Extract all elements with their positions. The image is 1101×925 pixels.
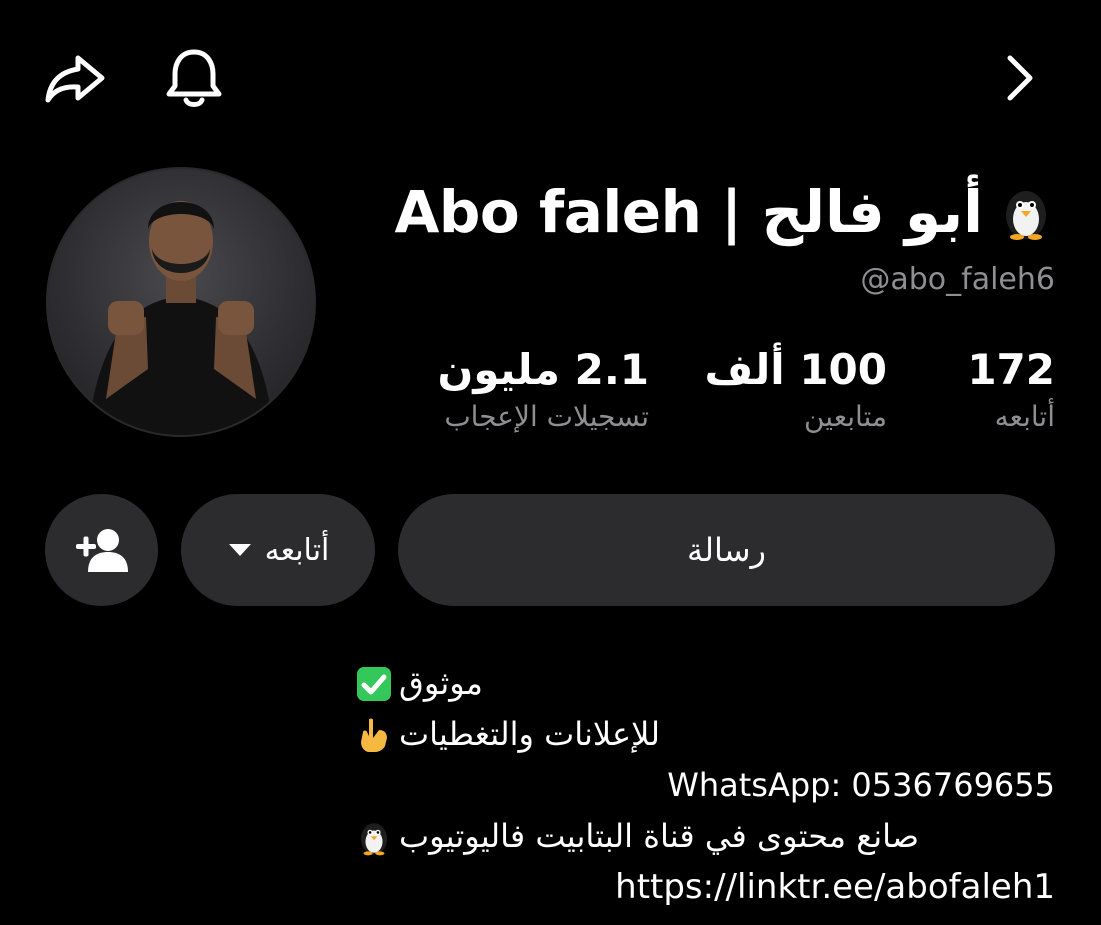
bio-ads-text: للإعلانات والتغطيات <box>399 715 660 753</box>
bio-line-creator: صانع محتوى في قناة البتابيت فاليوتيوب <box>355 811 1055 862</box>
bio-verified-text: موثوق <box>399 664 483 702</box>
display-name: Abo faleh | أبو فالح <box>394 178 984 246</box>
message-button-label: رسالة <box>687 531 766 569</box>
notifications-button[interactable] <box>158 44 230 112</box>
forward-button[interactable] <box>990 46 1054 110</box>
profile-photo <box>88 201 274 435</box>
followers-count: 100 ألف <box>704 345 887 394</box>
penguin-emoji-icon <box>1006 191 1046 240</box>
stat-following[interactable]: 172 أتابعه <box>967 345 1055 433</box>
bell-icon <box>166 49 222 107</box>
check-mark-button-icon <box>357 666 391 701</box>
bio-line-whatsapp: WhatsApp: 0536769655 <box>355 760 1055 811</box>
stat-likes[interactable]: 2.1 مليون تسجيلات الإعجاب <box>437 345 649 433</box>
bio-whatsapp-text: WhatsApp: 0536769655 <box>667 766 1055 804</box>
chevron-right-icon <box>1007 55 1033 101</box>
bio: موثوق للإعلانات والتغطيات WhatsApp: 0536… <box>355 658 1055 913</box>
bio-link-text[interactable]: https://linktr.ee/abofaleh1 <box>615 862 1055 913</box>
penguin-emoji-icon <box>360 822 388 855</box>
username: @abo_faleh6 <box>860 262 1055 297</box>
follow-button-label: أتابعه <box>264 532 330 568</box>
following-count: 172 <box>967 345 1055 394</box>
stat-followers[interactable]: 100 ألف متابعين <box>705 345 887 433</box>
bio-link[interactable]: https://linktr.ee/abofaleh1 <box>355 862 1055 913</box>
bio-creator-text: صانع محتوى في قناة البتابيت فاليوتيوب <box>399 817 920 855</box>
share-button[interactable] <box>40 46 112 110</box>
following-dropdown-button[interactable]: أتابعه <box>181 494 375 606</box>
following-label: أتابعه <box>994 400 1055 433</box>
bio-line-verified: موثوق <box>355 658 1055 709</box>
pointing-down-hand-icon <box>361 718 387 752</box>
name-row: Abo faleh | أبو فالح <box>335 172 1055 252</box>
add-person-icon <box>75 529 128 572</box>
likes-count: 2.1 مليون <box>437 345 649 394</box>
message-button[interactable]: رسالة <box>398 494 1055 606</box>
avatar[interactable] <box>46 167 316 437</box>
add-friend-button[interactable] <box>45 494 158 606</box>
bio-line-ads: للإعلانات والتغطيات <box>355 709 1055 760</box>
likes-label: تسجيلات الإعجاب <box>444 400 649 433</box>
followers-label: متابعين <box>803 400 887 433</box>
share-arrow-icon <box>45 55 105 103</box>
caret-down-icon <box>228 544 251 556</box>
